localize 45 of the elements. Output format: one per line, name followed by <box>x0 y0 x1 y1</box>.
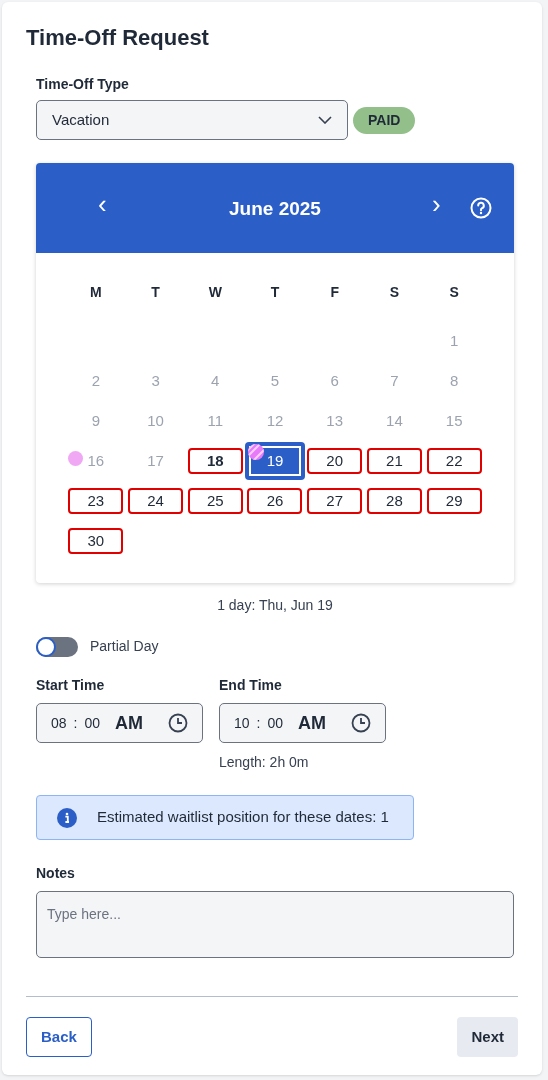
calendar-day[interactable]: 30 <box>68 528 124 554</box>
calendar-day[interactable]: 23 <box>68 488 124 514</box>
calendar-day[interactable]: 24 <box>128 488 184 514</box>
calendar-day[interactable]: 25 <box>187 488 243 514</box>
date-summary: 1 day: Thu, Jun 19 <box>217 596 333 615</box>
chevron-down-icon <box>318 116 332 124</box>
paid-badge: PAID <box>353 106 416 134</box>
weekday-label: F <box>330 282 339 302</box>
calendar-day[interactable]: 29 <box>426 488 482 514</box>
type-dropdown[interactable]: Vacation <box>36 100 348 140</box>
clock-icon[interactable] <box>351 713 371 733</box>
info-icon <box>57 807 77 828</box>
next-button[interactable]: Next <box>457 1017 518 1057</box>
time-field[interactable]: 08 : 00 AM <box>36 703 203 743</box>
notes-field[interactable]: Type here... <box>36 891 514 958</box>
page-title: Time-Off Request <box>26 24 210 52</box>
previous-month-button[interactable]: ‹ <box>98 189 107 219</box>
back-button[interactable]: Back <box>26 1017 92 1057</box>
weekday-label: M <box>90 282 102 302</box>
calendar-day[interactable]: 18 <box>187 448 243 474</box>
weekday-label: S <box>389 282 400 302</box>
toggle-label: Partial Day <box>90 637 159 656</box>
calendar-day[interactable]: 28 <box>366 488 422 514</box>
help-icon[interactable] <box>470 197 492 219</box>
weekday-label: S <box>449 282 459 302</box>
clock-icon[interactable] <box>168 713 188 733</box>
weekday-label: W <box>208 282 222 302</box>
next-month-button[interactable]: › <box>432 189 441 219</box>
info-text: Estimated waitlist position for these dates: 1 <box>97 807 389 828</box>
calendar-day[interactable]: 19 <box>245 442 305 480</box>
partial-day-toggle[interactable] <box>36 636 78 657</box>
field-label: Notes <box>36 864 76 883</box>
duration-text: Length: 2h 0m <box>219 753 309 772</box>
calendar-day[interactable]: 26 <box>247 488 303 514</box>
time-field[interactable]: 10 : 00 AM <box>219 703 386 743</box>
weekday-label: T <box>151 282 160 302</box>
calendar-day[interactable]: 22 <box>426 448 482 474</box>
calendar-day[interactable]: 21 <box>366 448 422 474</box>
month-title: June 2025 <box>229 197 321 221</box>
weekday-label: T <box>270 282 280 302</box>
calendar-day[interactable]: 20 <box>307 448 363 474</box>
field-label: Start Time <box>36 676 106 695</box>
calendar-day[interactable]: 27 <box>307 488 363 514</box>
field-label: End Time <box>219 676 283 695</box>
field-label: Time-Off Type <box>36 75 130 94</box>
